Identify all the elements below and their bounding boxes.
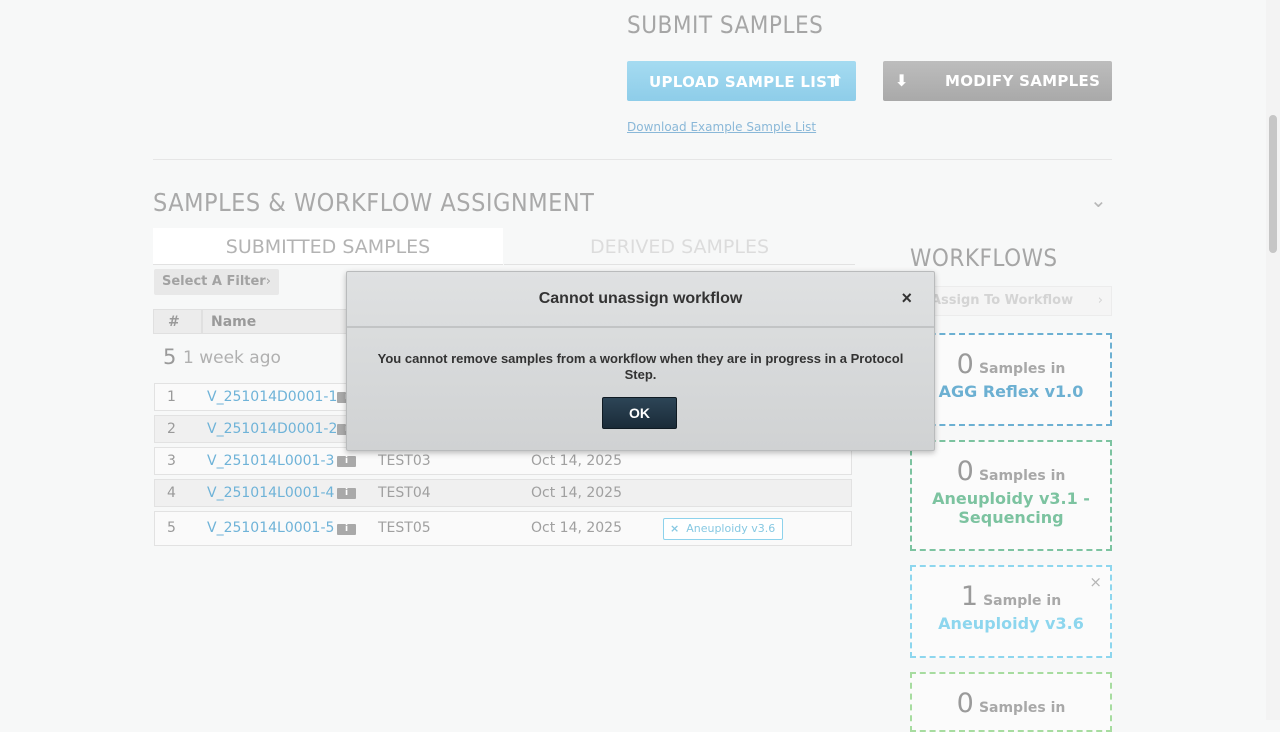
download-example-link[interactable]: Download Example Sample List — [627, 120, 816, 134]
workflows-title: WORKFLOWS — [910, 244, 1058, 272]
info-icon[interactable]: i — [337, 456, 356, 467]
submit-samples-title: SUBMIT SAMPLES — [627, 11, 824, 39]
upload-sample-list-button[interactable]: UPLOAD SAMPLE LIST ⬆ — [627, 61, 856, 101]
workflow-tag-label: Aneuploidy v3.6 — [686, 522, 776, 535]
row-number: 5 — [167, 520, 176, 536]
row-number: 4 — [167, 485, 176, 501]
cannot-unassign-dialog: Cannot unassign workflow × You cannot re… — [346, 271, 935, 451]
down-arrow-icon: ⬇ — [895, 71, 909, 90]
section-divider — [153, 159, 1112, 160]
row-number: 3 — [167, 453, 176, 469]
modify-label: MODIFY SAMPLES — [945, 72, 1101, 90]
workflow-name: Aneuploidy v3.6 — [938, 614, 1084, 633]
upload-label: UPLOAD SAMPLE LIST — [649, 73, 838, 91]
up-arrow-icon: ⬆ — [830, 71, 844, 90]
chevron-right-icon: › — [1097, 293, 1103, 308]
workflow-sample-count: 0 — [956, 349, 974, 380]
column-header-number[interactable]: # — [153, 309, 202, 334]
workflow-sample-count: 0 — [956, 688, 974, 719]
dialog-title: Cannot unassign workflow — [538, 290, 743, 307]
tab-derived-samples[interactable]: DERIVED SAMPLES — [504, 228, 855, 265]
workflow-samples-label: Sample in — [983, 593, 1062, 609]
workflow-card-agg-reflex[interactable]: 0 Samples in AGG Reflex v1.0 — [910, 333, 1112, 426]
filter-select[interactable]: Select A Filter › — [154, 269, 279, 295]
workflow-samples-label: Samples in — [978, 468, 1066, 484]
info-icon[interactable]: i — [337, 488, 356, 499]
workflow-samples-label: Samples in — [978, 700, 1066, 716]
dialog-header: Cannot unassign workflow × — [347, 272, 934, 328]
workflow-sample-count: 0 — [956, 456, 974, 487]
dialog-message: You cannot remove samples from a workflo… — [377, 351, 904, 382]
workflow-tag[interactable]: × Aneuploidy v3.6 — [663, 518, 784, 540]
sample-date: Oct 14, 2025 — [531, 520, 622, 536]
workflow-name: Aneuploidy v3.1 - Sequencing — [932, 489, 1090, 527]
sample-name-link[interactable]: V_251014D0001-1 — [207, 384, 337, 410]
info-icon[interactable]: i — [337, 524, 356, 535]
ok-button[interactable]: OK — [602, 397, 677, 429]
sample-date: Oct 14, 2025 — [531, 485, 622, 501]
row-number: 1 — [167, 389, 176, 405]
collapse-chevron-icon[interactable]: ⌄ — [1090, 188, 1107, 212]
assign-label: Assign To Workflow — [931, 293, 1074, 308]
close-icon[interactable]: × — [901, 288, 912, 309]
sample-note: TEST03 — [378, 453, 431, 469]
remove-tag-icon[interactable]: × — [670, 522, 679, 535]
tab-submitted-samples[interactable]: SUBMITTED SAMPLES — [153, 228, 503, 265]
assign-to-workflow-button[interactable]: Assign To Workflow › — [910, 286, 1112, 316]
scrollbar-track[interactable] — [1266, 0, 1280, 720]
scrollbar-thumb[interactable] — [1269, 115, 1277, 253]
sample-date: Oct 14, 2025 — [531, 453, 622, 469]
sample-note: TEST04 — [378, 485, 431, 501]
assignment-section-title: SAMPLES & WORKFLOW ASSIGNMENT — [153, 188, 595, 217]
workflow-card-aneuploidy-v36[interactable]: × 1 Sample in Aneuploidy v3.6 — [910, 565, 1112, 658]
group-count: 5 — [163, 345, 177, 369]
modify-samples-button[interactable]: ⬇ MODIFY SAMPLES — [883, 61, 1112, 101]
group-label: 1 week ago — [183, 348, 281, 368]
workflow-card-aneuploidy-v31[interactable]: 0 Samples in Aneuploidy v3.1 - Sequencin… — [910, 440, 1112, 551]
workflow-card[interactable]: 0 Samples in — [910, 672, 1112, 732]
sample-note: TEST05 — [378, 520, 431, 536]
sample-name-link[interactable]: V_251014D0001-2 — [207, 416, 337, 442]
table-row[interactable]: 4 V_251014L0001-4 i TEST04 Oct 14, 2025 — [154, 479, 852, 507]
filter-label: Select A Filter — [162, 274, 266, 289]
workflow-sample-count: 1 — [960, 581, 978, 612]
sample-name-link[interactable]: V_251014L0001-3 — [207, 448, 334, 474]
chevron-right-icon: › — [265, 274, 271, 289]
workflow-samples-label: Samples in — [978, 361, 1066, 377]
row-number: 2 — [167, 421, 176, 437]
table-row[interactable]: 3 V_251014L0001-3 i TEST03 Oct 14, 2025 — [154, 447, 852, 475]
table-row[interactable]: 5 V_251014L0001-5 i TEST05 Oct 14, 2025 … — [154, 511, 852, 546]
sample-name-link[interactable]: V_251014L0001-5 — [207, 512, 334, 545]
sample-name-link[interactable]: V_251014L0001-4 — [207, 480, 334, 506]
close-icon[interactable]: × — [1089, 573, 1102, 591]
workflow-name: AGG Reflex v1.0 — [938, 382, 1084, 401]
